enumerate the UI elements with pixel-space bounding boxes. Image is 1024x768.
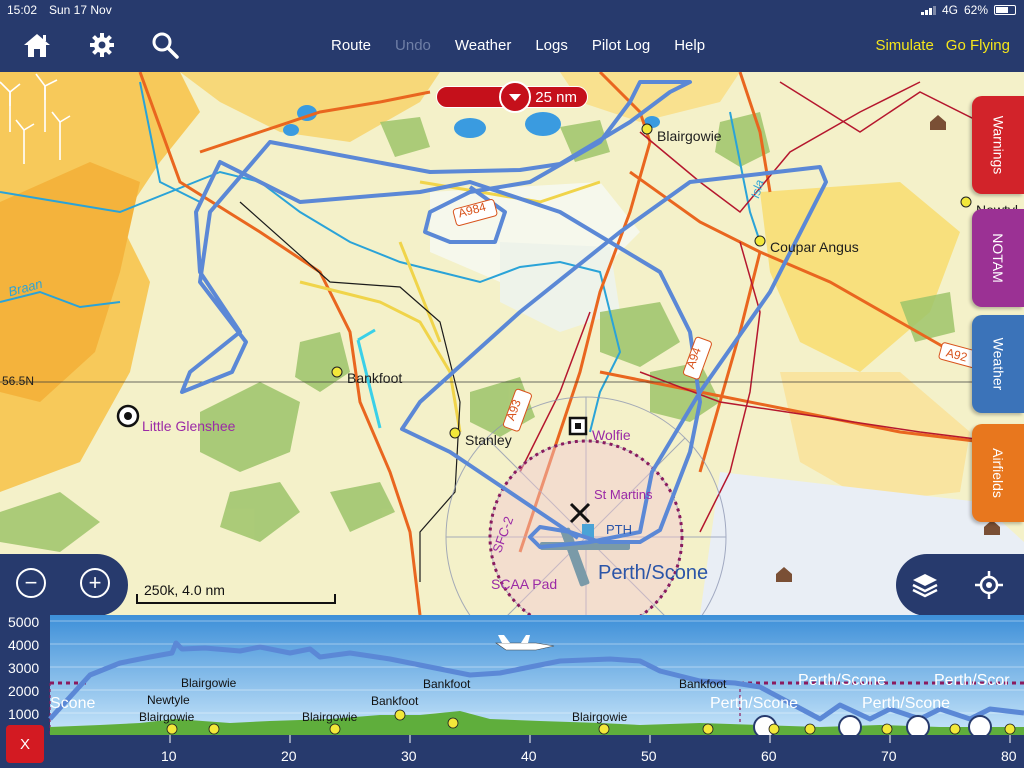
chart-map[interactable]: A984 A94 A93 A92 25 nm Blairgowie Coupar… <box>0 72 1024 615</box>
x-tick-label: 20 <box>281 748 297 764</box>
profile-label: Blairgowie <box>302 710 358 724</box>
airfield-label[interactable]: SCAA Pad <box>491 576 557 592</box>
menu-logs[interactable]: Logs <box>535 37 568 54</box>
profile-label: Perth/Scone <box>862 695 951 712</box>
profile-label: Bankfoot <box>679 677 727 691</box>
simulate-button[interactable]: Simulate <box>875 37 933 54</box>
place-label: Stanley <box>465 432 512 448</box>
x-tick-label: 30 <box>401 748 417 764</box>
zoom-in-button[interactable]: + <box>80 568 110 598</box>
y-tick-label: 5000 <box>8 614 40 630</box>
close-profile-button[interactable]: X <box>6 725 44 763</box>
x-tick-label: 60 <box>761 748 777 764</box>
navaid-label: PTH <box>606 522 632 537</box>
chevron-down-icon[interactable] <box>499 81 531 113</box>
x-tick-label: 80 <box>1001 748 1017 764</box>
profile-canvas <box>48 615 1024 768</box>
menu-undo[interactable]: Undo <box>395 37 431 54</box>
status-date: Sun 17 Nov <box>49 3 112 17</box>
y-tick-label: 4000 <box>8 637 40 653</box>
status-bar: 15:02 Sun 17 Nov 4G 62% <box>0 0 1024 20</box>
battery-percent: 62% <box>963 3 988 17</box>
reporting-point-label: St Martins <box>594 487 653 502</box>
tab-airfields[interactable]: Airfields <box>972 424 1024 522</box>
x-tick-label: 40 <box>521 748 537 764</box>
menu-pilot-log[interactable]: Pilot Log <box>592 37 650 54</box>
x-tick-label: 10 <box>161 748 177 764</box>
status-indicators: 4G 62% <box>920 3 1016 17</box>
gear-icon[interactable] <box>85 28 119 62</box>
profile-label: Bankfoot <box>371 694 419 708</box>
status-time: 15:02 <box>7 3 38 17</box>
vertical-profile[interactable]: 5000 4000 3000 2000 1000 10 20 30 40 50 … <box>0 614 1024 768</box>
home-icon[interactable] <box>20 28 54 62</box>
place-label: Coupar Angus <box>770 239 859 255</box>
place-label: Blairgowie <box>657 128 722 144</box>
y-tick-label: 2000 <box>8 683 40 699</box>
place-label: Bankfoot <box>347 370 403 386</box>
main-menu: Route Undo Weather Logs Pilot Log Help <box>331 37 729 54</box>
tab-weather[interactable]: Weather <box>972 315 1024 413</box>
action-links: Simulate Go Flying <box>875 37 1010 54</box>
scale-bar: 250k, 4.0 nm <box>136 580 336 604</box>
profile-label: Bankfoot <box>423 677 471 691</box>
signal-icon <box>920 5 936 15</box>
profile-label: Scone <box>50 695 96 712</box>
locate-icon[interactable] <box>974 570 1004 600</box>
top-toolbar: 15:02 Sun 17 Nov 4G 62% Route Undo Weath… <box>0 0 1024 72</box>
profile-label: Blairgowie <box>139 710 195 724</box>
range-selector[interactable]: 25 nm <box>436 81 588 113</box>
go-flying-button[interactable]: Go Flying <box>946 37 1010 54</box>
profile-label: Newtyle <box>147 693 190 707</box>
profile-label: Blairgowie <box>572 710 628 724</box>
layers-icon[interactable] <box>910 570 940 600</box>
map-controls <box>896 554 1024 615</box>
latitude-label: 56.5N <box>2 374 35 388</box>
y-tick-label: 3000 <box>8 660 40 676</box>
waypoint-label[interactable]: Wolfie <box>592 427 631 443</box>
profile-label: Perth/Scor <box>934 672 1010 689</box>
zoom-controls: − + <box>0 554 128 615</box>
network-type: 4G <box>941 3 958 17</box>
airfield-label[interactable]: Perth/Scone <box>598 562 708 585</box>
profile-label: Perth/Scone <box>798 672 887 689</box>
profile-label: Perth/Scone <box>710 695 799 712</box>
range-value: 25 nm <box>535 88 577 106</box>
menu-weather[interactable]: Weather <box>455 37 511 54</box>
battery-icon <box>994 5 1016 15</box>
profile-label: Blairgowie <box>181 676 237 690</box>
menu-help[interactable]: Help <box>674 37 705 54</box>
x-tick-label: 70 <box>881 748 897 764</box>
map-canvas <box>0 72 1024 615</box>
airfield-label[interactable]: Little Glenshee <box>142 418 235 434</box>
zoom-out-button[interactable]: − <box>16 568 46 598</box>
search-icon[interactable] <box>148 28 182 62</box>
menu-route[interactable]: Route <box>331 37 371 54</box>
x-tick-label: 50 <box>641 748 657 764</box>
scale-label: 250k, 4.0 nm <box>144 582 225 598</box>
y-tick-label: 1000 <box>8 706 40 722</box>
tab-notam[interactable]: NOTAM <box>972 209 1024 307</box>
tab-warnings[interactable]: Warnings <box>972 96 1024 194</box>
